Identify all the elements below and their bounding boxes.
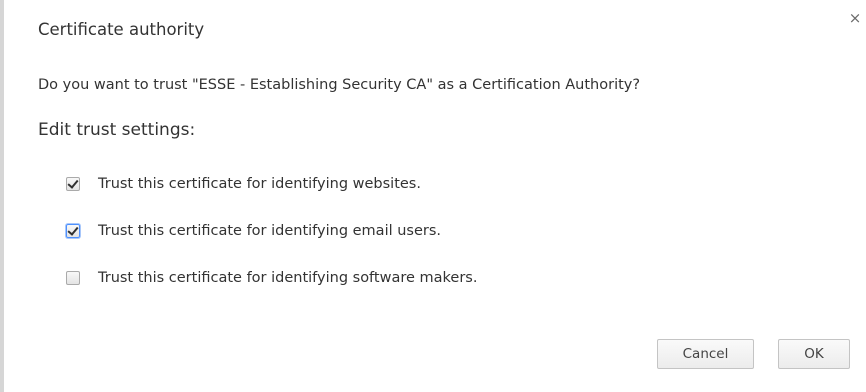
left-edge-divider [0, 0, 4, 392]
ok-button[interactable]: OK [778, 339, 850, 369]
trust-websites-option[interactable]: Trust this certificate for identifying w… [66, 174, 421, 194]
close-icon[interactable]: × [846, 8, 864, 28]
trust-question: Do you want to trust "ESSE - Establishin… [38, 77, 641, 93]
trust-email-users-label[interactable]: Trust this certificate for identifying e… [98, 223, 441, 239]
certificate-authority-dialog: × Certificate authority Do you want to t… [0, 0, 866, 392]
trust-software-makers-checkbox[interactable] [66, 271, 80, 285]
trust-websites-label[interactable]: Trust this certificate for identifying w… [98, 176, 421, 192]
trust-software-makers-option[interactable]: Trust this certificate for identifying s… [66, 268, 477, 288]
trust-software-makers-label[interactable]: Trust this certificate for identifying s… [98, 270, 477, 286]
dialog-title: Certificate authority [38, 20, 205, 39]
trust-email-users-checkbox[interactable] [66, 224, 80, 238]
trust-email-users-option[interactable]: Trust this certificate for identifying e… [66, 221, 441, 241]
trust-websites-checkbox[interactable] [66, 177, 80, 191]
cancel-button[interactable]: Cancel [657, 339, 754, 369]
edit-trust-settings-heading: Edit trust settings: [38, 120, 196, 140]
